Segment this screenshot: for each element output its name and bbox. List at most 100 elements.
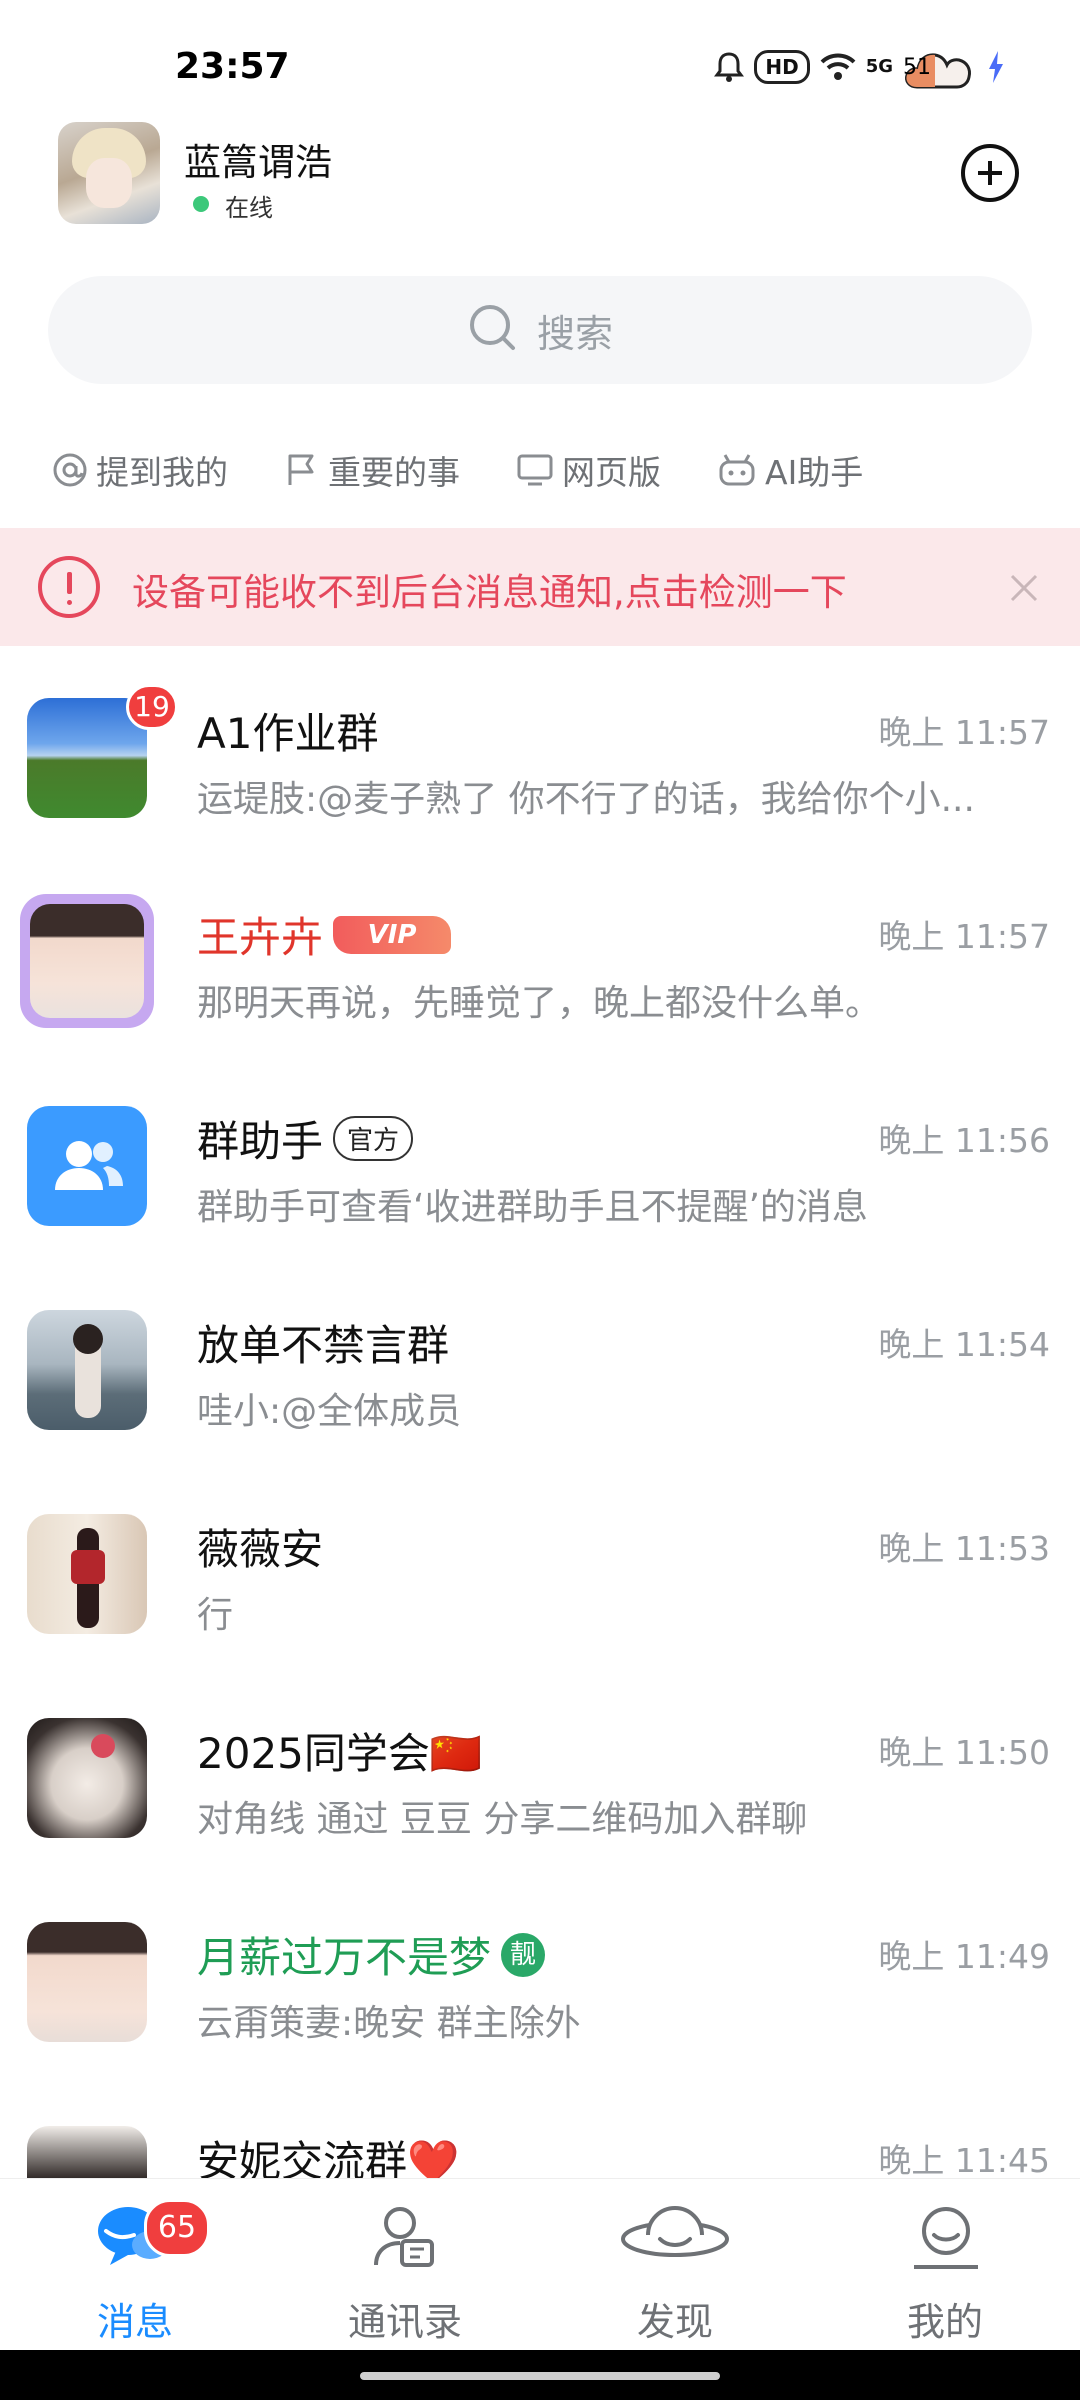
avatar bbox=[27, 1922, 147, 2042]
profile-icon bbox=[914, 2207, 978, 2269]
avatar bbox=[27, 1718, 147, 1838]
chat-name: 月薪过万不是梦 靓 bbox=[197, 1924, 546, 1985]
avatar bbox=[27, 1514, 147, 1634]
tab-web-label: 网页版 bbox=[562, 453, 661, 492]
avatar[interactable] bbox=[58, 122, 160, 224]
tab-ai-assistant[interactable]: AI助手 bbox=[717, 446, 863, 494]
avatar-hair bbox=[73, 1324, 103, 1354]
avatar bbox=[27, 2126, 147, 2178]
list-item[interactable]: 放单不禁言群 晚上 11:54 哇小:@全体成员 bbox=[0, 1258, 1080, 1462]
home-indicator[interactable] bbox=[360, 2372, 720, 2380]
robot-icon bbox=[719, 454, 755, 486]
chat-preview: 行 bbox=[197, 1595, 234, 1636]
list-item[interactable]: 群助手 官方 晚上 11:56 群助手可查看‘收进群助手且不提醒’的消息 bbox=[0, 1054, 1080, 1258]
search-input[interactable]: 搜索 bbox=[48, 276, 1032, 384]
quick-tabs: 提到我的 重要的事 网页版 AI助手 bbox=[52, 440, 1052, 500]
warning-text: 设备可能收不到后台消息通知,点击检测一下 bbox=[132, 571, 847, 614]
chat-time: 晚上 11:56 bbox=[878, 1121, 1050, 1160]
chat-name: A1作业群 bbox=[197, 700, 378, 761]
avatar-flower bbox=[91, 1734, 115, 1758]
list-item[interactable]: 2025同学会🇨🇳 晚上 11:50 对角线 通过 豆豆 分享二维码加入群聊 bbox=[0, 1666, 1080, 1870]
status-icons: HD 5G 51 bbox=[714, 42, 1005, 92]
chat-preview: 对角线 通过 豆豆 分享二维码加入群聊 bbox=[197, 1799, 808, 1840]
battery-icon: 51 bbox=[903, 43, 977, 91]
chat-preview: 那明天再说，先睡觉了，晚上都没什么单。 bbox=[197, 983, 882, 1024]
avatar-face bbox=[86, 158, 132, 208]
chat-time: 晚上 11:45 bbox=[878, 2141, 1050, 2178]
nav-me-label: 我的 bbox=[906, 2300, 983, 2344]
online-status-label[interactable]: 在线 bbox=[225, 188, 273, 223]
planet-icon bbox=[621, 2206, 729, 2257]
close-icon[interactable] bbox=[1008, 572, 1040, 608]
list-item[interactable]: 安妮交流群❤️ 晚上 11:45 bbox=[0, 2074, 1080, 2178]
vip-badge: VIP bbox=[333, 915, 452, 954]
wifi-icon bbox=[820, 52, 856, 82]
tab-ai-assistant-label: AI助手 bbox=[765, 453, 864, 492]
chat-preview: 云甭策妻:晚安 群主除外 bbox=[197, 2003, 581, 2044]
official-badge: 官方 bbox=[333, 1116, 414, 1161]
chat-name: 群助手 官方 bbox=[197, 1108, 414, 1169]
chat-list: 19 A1作业群 晚上 11:57 运堤肢:@麦子熟了 你不行了的话，我给你个小… bbox=[0, 646, 1080, 2178]
header: 蓝篙谓浩 在线 bbox=[0, 118, 1080, 228]
chat-name: 薇薇安 bbox=[197, 1516, 323, 1577]
nav-discover[interactable]: 发现 bbox=[540, 2179, 810, 2351]
nav-unread-badge: 65 bbox=[144, 2199, 210, 2257]
user-name[interactable]: 蓝篙谓浩 bbox=[184, 132, 332, 186]
chat-preview: 运堤肢:@麦子熟了 你不行了的话，我给你个小... bbox=[197, 779, 975, 820]
chat-name-text: 薇薇安 bbox=[197, 1525, 324, 1574]
chat-time: 晚上 11:53 bbox=[878, 1529, 1050, 1568]
chat-name: 王卉卉 VIP bbox=[197, 904, 452, 965]
chat-time: 晚上 11:57 bbox=[878, 713, 1050, 752]
chat-time: 晚上 11:50 bbox=[878, 1733, 1050, 1772]
list-item[interactable]: 王卉卉 VIP 晚上 11:57 那明天再说，先睡觉了，晚上都没什么单。 bbox=[0, 850, 1080, 1054]
chat-preview: 群助手可查看‘收进群助手且不提醒’的消息 bbox=[197, 1187, 868, 1228]
search-placeholder: 搜索 bbox=[536, 311, 613, 356]
tab-web[interactable]: 网页版 bbox=[516, 446, 661, 494]
search-icon bbox=[467, 302, 519, 358]
chat-time: 晚上 11:57 bbox=[878, 917, 1050, 956]
contacts-icon bbox=[374, 2207, 434, 2267]
nav-me[interactable]: 我的 bbox=[810, 2179, 1080, 2351]
chat-name: 2025同学会🇨🇳 bbox=[197, 1720, 482, 1781]
chat-name-text: A1作业群 bbox=[197, 709, 379, 758]
chat-name: 放单不禁言群 bbox=[197, 1312, 449, 1373]
nav-messages-label: 消息 bbox=[96, 2300, 173, 2344]
notification-warning-banner[interactable]: 设备可能收不到后台消息通知,点击检测一下 bbox=[0, 528, 1080, 646]
avatar-dress bbox=[71, 1550, 105, 1584]
status-bar: 23:57 HD 5G 51 bbox=[0, 0, 1080, 120]
chat-time: 晚上 11:54 bbox=[878, 1325, 1050, 1364]
chat-time: 晚上 11:49 bbox=[878, 1937, 1050, 1976]
at-icon bbox=[53, 453, 87, 487]
network-label: 5G bbox=[865, 56, 893, 77]
tab-important-label: 重要的事 bbox=[328, 453, 460, 492]
avatar-photo bbox=[30, 904, 144, 1018]
tab-mentions[interactable]: 提到我的 bbox=[52, 446, 228, 494]
hd-icon: HD bbox=[754, 50, 810, 84]
list-item[interactable]: 月薪过万不是梦 靓 晚上 11:49 云甭策妻:晚安 群主除外 bbox=[0, 1870, 1080, 2074]
chat-preview: 哇小:@全体成员 bbox=[197, 1391, 462, 1432]
nav-contacts[interactable]: 通讯录 bbox=[270, 2179, 540, 2351]
nav-messages[interactable]: 65 消息 bbox=[0, 2179, 270, 2351]
battery-level: 51 bbox=[903, 55, 931, 80]
chat-name-text: 放单不禁言群 bbox=[197, 1321, 450, 1370]
chat-name-text: 王卉卉 bbox=[197, 913, 324, 962]
tab-mentions-label: 提到我的 bbox=[96, 453, 228, 492]
bell-icon bbox=[714, 51, 745, 83]
charging-icon bbox=[987, 50, 1005, 84]
list-item[interactable]: 薇薇安 晚上 11:53 行 bbox=[0, 1462, 1080, 1666]
chat-name-text: 2025同学会🇨🇳 bbox=[197, 1729, 483, 1778]
avatar bbox=[27, 1106, 147, 1226]
5g-signal-icon: 5G bbox=[866, 58, 893, 76]
chat-name: 安妮交流群❤️ bbox=[197, 2128, 459, 2178]
add-button[interactable] bbox=[961, 144, 1019, 202]
chat-name-text: 群助手 bbox=[197, 1117, 324, 1166]
list-item[interactable]: 19 A1作业群 晚上 11:57 运堤肢:@麦子熟了 你不行了的话，我给你个小… bbox=[0, 646, 1080, 850]
alert-icon bbox=[38, 556, 100, 618]
tab-important[interactable]: 重要的事 bbox=[284, 446, 460, 494]
avatar bbox=[20, 894, 154, 1028]
bottom-nav: 65 消息 通讯录 发现 我的 bbox=[0, 2178, 1080, 2351]
avatar bbox=[27, 1310, 147, 1430]
group-icon bbox=[55, 1141, 123, 1190]
monitor-icon bbox=[517, 454, 553, 486]
online-status-dot bbox=[193, 196, 209, 212]
